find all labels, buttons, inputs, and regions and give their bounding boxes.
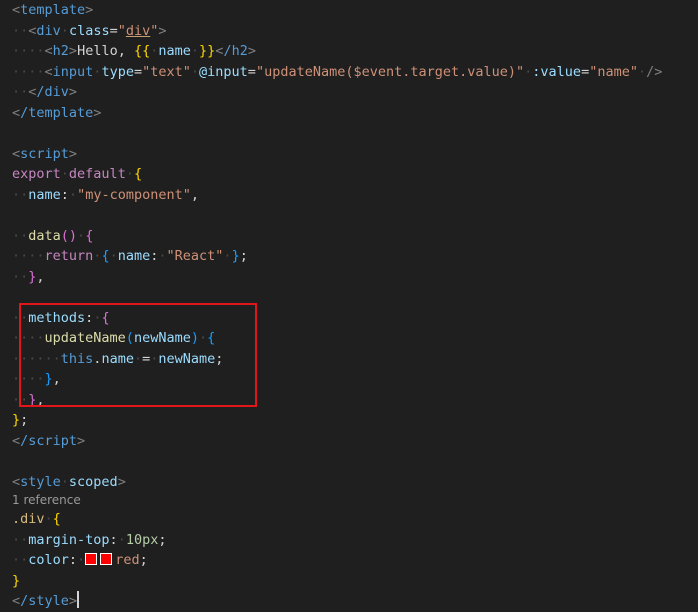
tag-bracket: < <box>12 2 21 18</box>
code-line-12: ··data()·{ <box>12 227 94 244</box>
css-property: color <box>28 552 69 568</box>
keyword: export <box>12 166 61 182</box>
code-line-1: <template> <box>12 0 93 21</box>
tag-name: input <box>52 63 94 80</box>
code-line-2: ··<div·class="div"> <box>12 22 167 39</box>
code-line-13: ····return·{·name:·"React"·}; <box>12 248 248 264</box>
punctuation: ; <box>158 531 167 548</box>
code-line-21: }; <box>12 410 28 431</box>
punctuation: ; <box>139 552 148 568</box>
tag-name: /style <box>20 593 69 609</box>
property-key: name <box>117 248 151 264</box>
keyword: default <box>68 166 126 182</box>
code-line-3: ····<h2>Hello, {{·name·}}</h2> <box>12 43 256 59</box>
code-line-9: export·default·{ <box>12 166 143 182</box>
mustache-close: }} <box>199 43 216 59</box>
code-editor[interactable]: <template> ··<div·class="div"> ····<h2>H… <box>0 0 698 612</box>
code-line-24: <style·scoped> <box>12 473 126 490</box>
text-content: Hello, <box>77 43 134 59</box>
brace: { <box>85 227 94 244</box>
punctuation: : <box>109 531 118 548</box>
punctuation: , <box>36 268 45 285</box>
tag-name: h2 <box>52 43 69 59</box>
brace: { <box>52 511 61 527</box>
attr-name: @input <box>199 63 248 80</box>
css-property: margin-top <box>28 531 110 548</box>
punctuation: , <box>190 186 199 203</box>
string-literal: "my-component" <box>77 186 191 203</box>
template-variable: name <box>158 43 191 59</box>
code-line-10: ··name:·"my-component", <box>12 186 199 203</box>
quote: " <box>117 22 126 39</box>
attr-name: :value <box>532 63 582 80</box>
code-line-25: .div·{ <box>12 511 61 527</box>
attr-name: type <box>101 63 134 80</box>
color-swatch-icon[interactable] <box>100 553 113 565</box>
attr-value: "updateName($event.target.value)" <box>255 63 525 80</box>
brace: } <box>12 412 21 428</box>
text-cursor <box>77 591 80 608</box>
string-literal: "React" <box>166 248 224 264</box>
keyword: return <box>44 248 94 264</box>
parens: () <box>60 227 78 244</box>
code-line-26: ··margin-top:·10px; <box>12 531 167 548</box>
brace: { <box>101 248 110 264</box>
tag-bracket: > <box>85 2 94 18</box>
brace: } <box>12 572 21 589</box>
code-line-29: </style> <box>12 591 80 609</box>
punctuation: ; <box>20 412 29 428</box>
css-value: red <box>115 552 140 568</box>
attr-value: "text" <box>142 63 191 80</box>
equals-sign: = <box>109 22 118 39</box>
css-selector: .div <box>12 511 45 527</box>
code-line-6: </template> <box>12 104 102 121</box>
punctuation: : <box>68 552 78 568</box>
color-swatch-icon[interactable] <box>85 553 98 565</box>
brace: { <box>133 166 143 182</box>
highlight-box <box>19 303 257 407</box>
tag-name: /script <box>20 432 78 449</box>
code-line-5: ··</div> <box>12 84 78 100</box>
brace: } <box>231 248 240 264</box>
property-key: name <box>28 186 61 203</box>
function-name: data <box>28 227 61 244</box>
attr-name: class <box>68 22 110 39</box>
punctuation: ; <box>239 248 248 264</box>
css-value: 10px <box>125 531 159 548</box>
code-line-4: ····<input·type="text"·@input="updateNam… <box>12 63 663 80</box>
tag-name: template <box>20 2 86 18</box>
code-line-28: } <box>12 571 20 592</box>
tag-name: style <box>20 473 61 490</box>
tag-name: /div <box>36 84 69 100</box>
tag-bracket: /> <box>646 63 663 80</box>
tag-name: /template <box>20 104 94 121</box>
attr-name: scoped <box>68 473 118 490</box>
code-line-22: </script> <box>12 432 86 449</box>
mustache-open: {{ <box>133 43 151 59</box>
attr-value: "name" <box>589 63 638 80</box>
tag-name: /h2 <box>223 43 248 59</box>
attr-value: div <box>125 22 151 39</box>
tag-name: div <box>36 22 61 39</box>
code-line-8: <script> <box>12 145 78 162</box>
reference-codelens[interactable]: 1 reference <box>12 490 81 511</box>
tag-name: script <box>20 145 69 162</box>
code-line-14: ··}, <box>12 268 45 285</box>
code-line-27: ··color:· red; <box>12 552 148 568</box>
